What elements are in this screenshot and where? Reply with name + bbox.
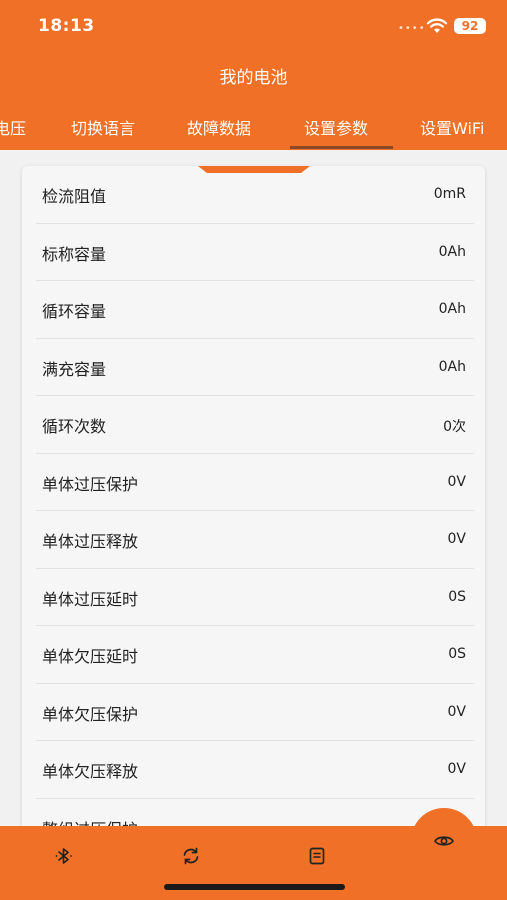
card-top-accent bbox=[198, 166, 310, 173]
eye-icon bbox=[434, 836, 454, 846]
param-value: 0V bbox=[447, 531, 466, 547]
active-tab-indicator bbox=[290, 146, 393, 149]
view-fab-button[interactable] bbox=[411, 808, 477, 874]
status-time: 18:13 bbox=[38, 16, 95, 36]
param-value: 0Ah bbox=[438, 243, 466, 260]
param-label: 循环容量 bbox=[42, 302, 107, 321]
param-row[interactable]: 单体欠压延时 0S bbox=[36, 626, 474, 684]
tab-fault-data[interactable]: 故障数据 bbox=[187, 115, 251, 139]
param-label: 标称容量 bbox=[42, 244, 107, 264]
param-row[interactable]: 单体过压延时 0S bbox=[36, 569, 474, 626]
param-label: 单体过压保护 bbox=[42, 474, 139, 494]
param-row[interactable]: 循环次数 0次 bbox=[36, 396, 474, 454]
param-label: 单体欠压释放 bbox=[42, 762, 139, 781]
param-value: 0S bbox=[448, 646, 466, 662]
tab-bar: 电压 切换语言 故障数据 设置参数 设置WiFi bbox=[0, 112, 507, 150]
param-label: 单体欠压延时 bbox=[42, 647, 139, 666]
param-row[interactable]: 循环容量 0Ah bbox=[36, 281, 474, 339]
cellular-signal-icon: •••• bbox=[398, 23, 426, 34]
param-value: 0V bbox=[447, 761, 466, 777]
param-label: 检流阻值 bbox=[42, 187, 107, 206]
param-value: 0mR bbox=[433, 186, 466, 202]
battery-indicator: 92 bbox=[454, 18, 486, 34]
home-indicator bbox=[164, 884, 345, 890]
refresh-icon[interactable] bbox=[179, 844, 203, 868]
param-row[interactable]: 满充容量 0Ah bbox=[36, 339, 474, 396]
param-label: 循环次数 bbox=[42, 417, 107, 436]
app-header: 18:13 •••• 92 我的电池 电压 切换语言 故障数据 设置参数 设置W… bbox=[0, 0, 507, 150]
param-value: 0次 bbox=[443, 419, 466, 435]
param-value: 0S bbox=[448, 588, 466, 605]
param-value: 0Ah bbox=[438, 301, 466, 317]
status-bar: 18:13 •••• 92 bbox=[0, 0, 507, 52]
params-card: 检流阻值 0mR 标称容量 0Ah 循环容量 0Ah 满充容量 0Ah 循环次数… bbox=[22, 166, 485, 846]
param-label: 单体过压延时 bbox=[42, 589, 139, 609]
param-value: 0V bbox=[447, 703, 466, 720]
document-icon[interactable] bbox=[305, 844, 329, 868]
param-row[interactable]: 单体过压保护 0V bbox=[36, 454, 474, 511]
tab-set-wifi[interactable]: 设置WiFi bbox=[420, 115, 484, 139]
tab-switch-language[interactable]: 切换语言 bbox=[71, 115, 135, 139]
wifi-icon bbox=[426, 18, 448, 33]
param-value: 0V bbox=[447, 473, 466, 490]
page-title: 我的电池 bbox=[219, 68, 288, 88]
param-row[interactable]: 单体过压释放 0V bbox=[36, 511, 474, 569]
param-row[interactable]: 单体欠压释放 0V bbox=[36, 741, 474, 799]
param-value: 0Ah bbox=[438, 358, 466, 375]
param-row[interactable]: 标称容量 0Ah bbox=[36, 224, 474, 281]
bluetooth-icon[interactable] bbox=[52, 844, 76, 868]
param-row[interactable]: 单体欠压保护 0V bbox=[36, 684, 474, 741]
param-label: 单体欠压保护 bbox=[42, 704, 139, 724]
param-row[interactable]: 检流阻值 0mR bbox=[36, 166, 474, 224]
tab-voltage[interactable]: 电压 bbox=[0, 115, 26, 139]
tab-set-params[interactable]: 设置参数 bbox=[304, 115, 368, 139]
param-label: 满充容量 bbox=[42, 359, 107, 379]
param-label: 单体过压释放 bbox=[42, 532, 139, 551]
